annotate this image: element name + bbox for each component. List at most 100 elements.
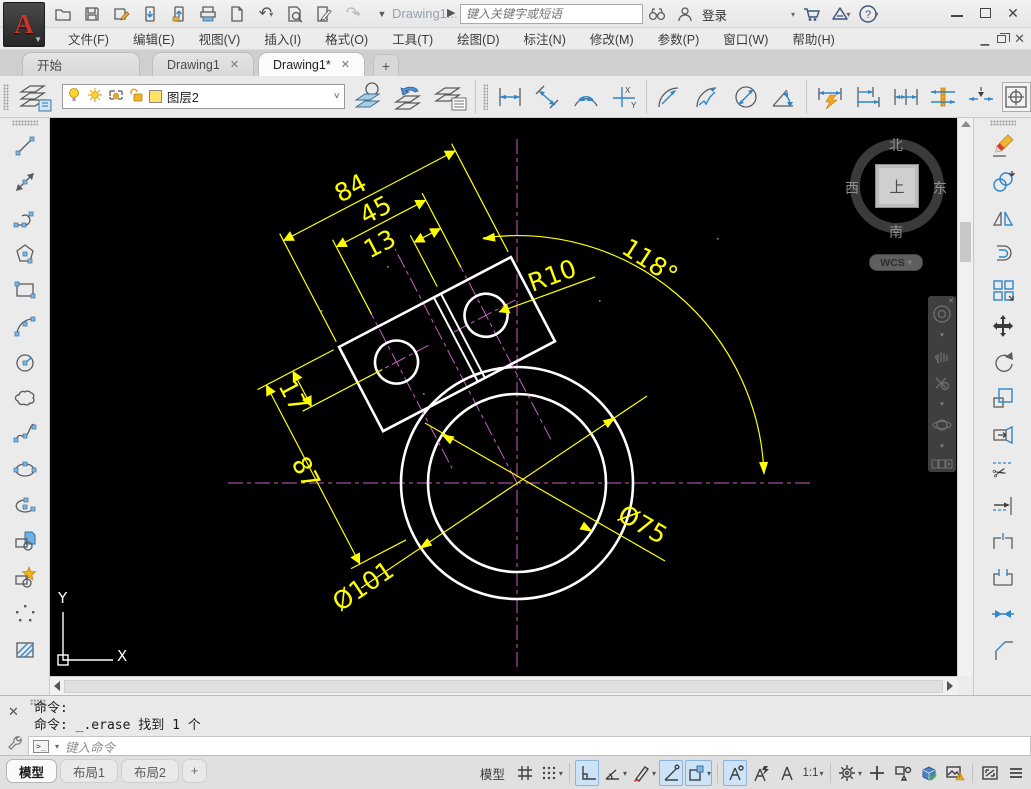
open-from-mobile-icon[interactable]	[168, 3, 190, 25]
command-customize-icon[interactable]	[6, 734, 22, 753]
layer-thaw-sun-icon[interactable]	[87, 87, 103, 106]
graphics-performance-toggle[interactable]	[917, 760, 941, 786]
array-tool[interactable]	[984, 272, 1022, 308]
zoom-dropdown-icon[interactable]: ▾	[940, 400, 944, 408]
rotate-tool[interactable]	[984, 344, 1022, 380]
signin-dropdown-icon[interactable]: ▾	[791, 10, 795, 19]
snap-toggle[interactable]: ▾	[539, 760, 564, 786]
horizontal-scroll-thumb[interactable]	[64, 680, 943, 693]
layer-unlock-icon[interactable]	[129, 87, 144, 106]
clean-screen-toggle[interactable]	[978, 760, 1002, 786]
continue-dimension-button[interactable]	[887, 78, 925, 116]
app-menu-button[interactable]: A▼	[3, 2, 45, 47]
layers-toolbar-grip[interactable]	[3, 84, 9, 110]
layer-color-swatch[interactable]	[149, 90, 162, 103]
cart-icon[interactable]	[801, 3, 823, 25]
a360-icon[interactable]: ▾	[829, 3, 851, 25]
grid-toggle[interactable]	[513, 760, 537, 786]
layer-properties-button[interactable]	[12, 78, 58, 116]
viewcube-top-face[interactable]: 上	[875, 164, 919, 208]
minimize-button[interactable]	[943, 0, 971, 26]
tab-drawing1-star[interactable]: Drawing1*✕	[258, 52, 365, 76]
erase-tool[interactable]	[984, 128, 1022, 164]
orbit-dropdown-icon[interactable]: ▾	[940, 442, 944, 450]
menu-help[interactable]: 帮助(H)	[780, 27, 846, 50]
customize-status-button[interactable]	[1004, 760, 1028, 786]
aligned-dimension-button[interactable]	[529, 78, 567, 116]
show-motion-tool[interactable]	[931, 457, 953, 471]
zoom-tool[interactable]	[932, 373, 952, 393]
signin-label[interactable]: 登录	[702, 5, 727, 24]
dim-angle-text[interactable]: 118°	[617, 233, 683, 290]
vertical-scrollbar[interactable]	[957, 118, 973, 676]
menu-window[interactable]: 窗口(W)	[711, 27, 780, 50]
layer-vp-freeze-icon[interactable]	[108, 87, 124, 106]
orbit-tool[interactable]	[932, 415, 952, 435]
layout-tab-layout1[interactable]: 布局1	[60, 759, 118, 783]
dim-d101-text[interactable]: Ø101	[327, 555, 399, 617]
save-as-icon[interactable]	[110, 3, 132, 25]
batch-plot-icon[interactable]	[284, 3, 306, 25]
diameter-dimension-button[interactable]	[727, 78, 765, 116]
dim-r10-text[interactable]: R10	[524, 254, 580, 298]
title-expand-icon[interactable]: ▶	[447, 6, 455, 19]
horizontal-scrollbar[interactable]	[50, 676, 957, 695]
ortho-toggle[interactable]	[575, 760, 599, 786]
stretch-tool[interactable]	[984, 416, 1022, 452]
help-icon[interactable]: ?▾	[857, 3, 879, 25]
dim-d75-line[interactable]	[425, 423, 665, 561]
ellipse-tool[interactable]	[6, 452, 44, 488]
dimension-toolbar-grip[interactable]	[483, 84, 489, 110]
polygon-tool[interactable]	[6, 236, 44, 272]
create-block-tool[interactable]	[6, 560, 44, 596]
dim-17-text[interactable]: 17	[273, 375, 313, 417]
isolate-objects-toggle[interactable]	[891, 760, 915, 786]
menu-insert[interactable]: 插入(I)	[252, 27, 313, 50]
tab-drawing1-close-icon[interactable]: ✕	[230, 58, 239, 71]
vertical-scroll-thumb[interactable]	[960, 222, 971, 262]
drawing-canvas[interactable]: 84 45 13 17 87 R10 118° Ø101 Ø75 Y X	[50, 118, 957, 676]
annotation-scale-value[interactable]: 1:1▾	[801, 760, 825, 786]
plate-outline[interactable]	[339, 257, 555, 431]
hatch-tool[interactable]	[6, 632, 44, 668]
menu-view[interactable]: 视图(V)	[187, 27, 253, 50]
sketch-icon[interactable]	[313, 3, 335, 25]
tolerance-button[interactable]	[1002, 82, 1031, 112]
viewcube-south[interactable]: 南	[889, 222, 903, 242]
search-input[interactable]	[460, 4, 643, 24]
scroll-right-icon[interactable]	[947, 681, 953, 691]
layout-tab-model[interactable]: 模型	[6, 759, 57, 783]
undo-icon[interactable]: ↶▾	[255, 3, 277, 25]
angular-dimension-button[interactable]	[765, 78, 803, 116]
auto-scale-toggle[interactable]	[749, 760, 773, 786]
pan-tool[interactable]	[932, 346, 952, 366]
menu-tools[interactable]: 工具(T)	[380, 27, 445, 50]
break-tool[interactable]	[984, 560, 1022, 596]
extend-tool[interactable]	[984, 488, 1022, 524]
dimension-break-button[interactable]	[962, 78, 1000, 116]
ellipse-arc-tool[interactable]	[6, 488, 44, 524]
ordinate-dimension-button[interactable]: XY	[605, 78, 643, 116]
command-close-icon[interactable]: ✕	[8, 704, 19, 720]
new-icon[interactable]	[226, 3, 248, 25]
scroll-up-icon[interactable]	[961, 121, 971, 127]
save-to-mobile-icon[interactable]	[139, 3, 161, 25]
redo-icon[interactable]: ↷▾	[342, 3, 364, 25]
scroll-left-icon[interactable]	[54, 681, 60, 691]
tab-start[interactable]: 开始	[22, 52, 140, 76]
copy-tool[interactable]	[984, 164, 1022, 200]
trim-tool[interactable]: ✂	[984, 452, 1022, 488]
line-tool[interactable]	[6, 128, 44, 164]
annotation-scale-icon[interactable]	[775, 760, 799, 786]
rectangle-tool[interactable]	[6, 272, 44, 308]
quick-dimension-button[interactable]	[811, 78, 849, 116]
user-icon[interactable]	[674, 3, 696, 25]
break-at-point-tool[interactable]	[984, 524, 1022, 560]
arc-length-dimension-button[interactable]	[567, 78, 605, 116]
command-input-row[interactable]: >_ ▾ 键入命令	[28, 736, 1031, 756]
jogged-dimension-button[interactable]	[689, 78, 727, 116]
dim-13-line[interactable]	[414, 228, 441, 242]
doc-minimize-button[interactable]: ▁	[981, 33, 989, 46]
plot-monitor-toggle[interactable]: !	[943, 760, 967, 786]
layer-on-bulb-icon[interactable]	[67, 87, 82, 106]
